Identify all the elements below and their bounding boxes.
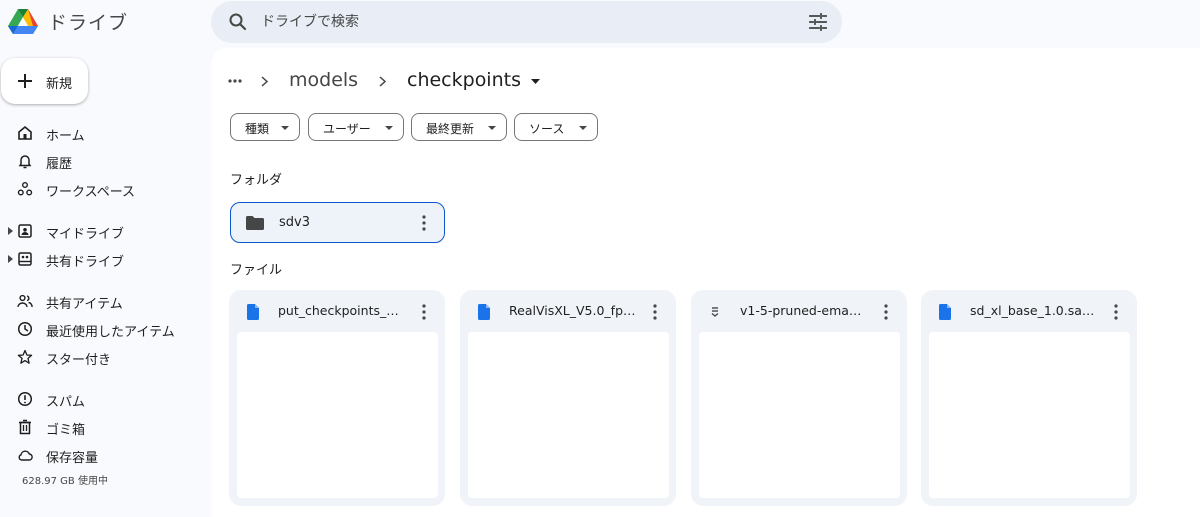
more-vert-icon[interactable] bbox=[653, 304, 657, 320]
more-vert-icon[interactable] bbox=[422, 304, 426, 320]
sidebar-item-label: ゴミ箱 bbox=[46, 423, 86, 438]
people-icon bbox=[17, 294, 33, 308]
file-preview[interactable] bbox=[237, 332, 438, 498]
filter-source-chip[interactable]: ソース bbox=[514, 113, 598, 141]
file-preview[interactable] bbox=[468, 332, 669, 498]
sidebar-item-label: マイドライブ bbox=[46, 227, 125, 242]
file-card[interactable]: sd_xl_base_1.0.safe... bbox=[921, 290, 1137, 506]
sidebar-item-home[interactable]: ホーム bbox=[0, 120, 200, 146]
my-drive-icon bbox=[18, 224, 32, 238]
file-card[interactable]: put_checkpoints_h... bbox=[229, 290, 445, 506]
file-name: v1-5-pruned-emao... bbox=[740, 303, 868, 318]
file-preview[interactable] bbox=[929, 332, 1130, 498]
sidebar-item-shared-with-me[interactable]: 共有アイテム bbox=[0, 288, 200, 314]
folder-name: sdv3 bbox=[279, 215, 310, 230]
sidebar-item-trash[interactable]: ゴミ箱 bbox=[0, 414, 200, 440]
filter-type-chip[interactable]: 種類 bbox=[230, 113, 300, 141]
breadcrumb-parent[interactable]: models bbox=[289, 69, 358, 91]
sidebar-item-label: 保存容量 bbox=[46, 451, 99, 466]
search-icon[interactable] bbox=[228, 12, 248, 32]
sidebar-item-spam[interactable]: スパム bbox=[0, 386, 200, 412]
folder-item[interactable]: sdv3 bbox=[230, 202, 445, 243]
file-card[interactable]: RealVisXL_V5.0_fp1... bbox=[460, 290, 676, 506]
filter-chip-label: 最終更新 bbox=[426, 122, 475, 136]
folders-section-label: フォルダ bbox=[230, 173, 283, 188]
drive-logo[interactable]: ドライブ bbox=[8, 6, 128, 36]
chevron-right-icon bbox=[261, 76, 268, 87]
sidebar-item-my-drive[interactable]: マイドライブ bbox=[0, 218, 200, 244]
files-section-label: ファイル bbox=[230, 263, 283, 278]
sidebar-item-label: スター付き bbox=[46, 353, 112, 368]
chevron-right-icon bbox=[379, 76, 386, 87]
sidebar-item-workspaces[interactable]: ワークスペース bbox=[0, 176, 200, 202]
filter-chip-label: ソース bbox=[529, 122, 565, 136]
storage-usage-text: 628.97 GB 使用中 bbox=[22, 476, 108, 487]
binary-file-icon bbox=[711, 307, 719, 317]
caret-down-icon bbox=[281, 126, 289, 130]
sidebar-item-shared-drives[interactable]: 共有ドライブ bbox=[0, 246, 200, 272]
cloud-icon bbox=[18, 450, 33, 461]
home-icon bbox=[18, 125, 32, 140]
sidebar-item-history[interactable]: 履歴 bbox=[0, 148, 200, 174]
new-button-label: 新規 bbox=[46, 77, 73, 92]
sidebar-item-label: 共有ドライブ bbox=[46, 255, 125, 270]
spam-icon bbox=[17, 391, 33, 407]
sidebar-item-label: ワークスペース bbox=[46, 185, 136, 200]
more-vert-icon[interactable] bbox=[884, 304, 888, 320]
file-preview[interactable] bbox=[699, 332, 900, 498]
app-name: ドライブ bbox=[48, 11, 129, 34]
filter-modified-chip[interactable]: 最終更新 bbox=[411, 113, 507, 141]
more-vert-icon[interactable] bbox=[422, 215, 426, 231]
file-name: sd_xl_base_1.0.safe... bbox=[970, 303, 1098, 318]
search-input[interactable] bbox=[261, 10, 781, 34]
caret-down-icon[interactable] bbox=[531, 79, 540, 84]
file-name: put_checkpoints_h... bbox=[278, 303, 406, 318]
bell-icon bbox=[18, 155, 32, 169]
trash-icon bbox=[19, 419, 31, 435]
doc-icon bbox=[478, 304, 490, 320]
sidebar-item-starred[interactable]: スター付き bbox=[0, 344, 200, 370]
star-icon bbox=[17, 349, 33, 364]
sidebar-item-storage[interactable]: 保存容量 bbox=[0, 442, 200, 468]
sidebar-item-label: 履歴 bbox=[46, 157, 73, 172]
clock-icon bbox=[17, 321, 33, 337]
sidebar-item-label: 共有アイテム bbox=[46, 297, 123, 312]
filter-chip-label: 種類 bbox=[245, 122, 270, 136]
plus-icon bbox=[18, 74, 32, 88]
sidebar-item-label: 最近使用したアイテム bbox=[46, 325, 175, 340]
sidebar-item-label: ホーム bbox=[46, 129, 85, 144]
folder-icon bbox=[246, 216, 264, 230]
breadcrumb-current[interactable]: checkpoints bbox=[407, 69, 521, 91]
file-name: RealVisXL_V5.0_fp1... bbox=[509, 303, 637, 318]
more-horizontal-icon[interactable] bbox=[228, 79, 242, 83]
sidebar-item-recent[interactable]: 最近使用したアイテム bbox=[0, 316, 200, 342]
caret-down-icon bbox=[488, 126, 496, 130]
file-card[interactable]: v1-5-pruned-emao... bbox=[691, 290, 907, 506]
workspaces-icon bbox=[17, 182, 33, 196]
filter-chip-label: ユーザー bbox=[323, 122, 371, 136]
doc-icon bbox=[939, 304, 951, 320]
expand-caret-icon[interactable] bbox=[8, 227, 13, 235]
drive-logo-icon bbox=[8, 9, 38, 34]
expand-caret-icon[interactable] bbox=[8, 255, 13, 263]
caret-down-icon bbox=[579, 126, 587, 130]
new-button[interactable]: 新規 bbox=[1, 58, 88, 104]
search-bar[interactable] bbox=[211, 1, 842, 43]
doc-icon bbox=[247, 304, 259, 320]
tune-icon[interactable] bbox=[808, 12, 828, 32]
caret-down-icon bbox=[385, 126, 393, 130]
more-vert-icon[interactable] bbox=[1114, 304, 1118, 320]
sidebar-item-label: スパム bbox=[46, 395, 86, 410]
shared-drives-icon bbox=[18, 252, 32, 266]
filter-user-chip[interactable]: ユーザー bbox=[308, 113, 404, 141]
